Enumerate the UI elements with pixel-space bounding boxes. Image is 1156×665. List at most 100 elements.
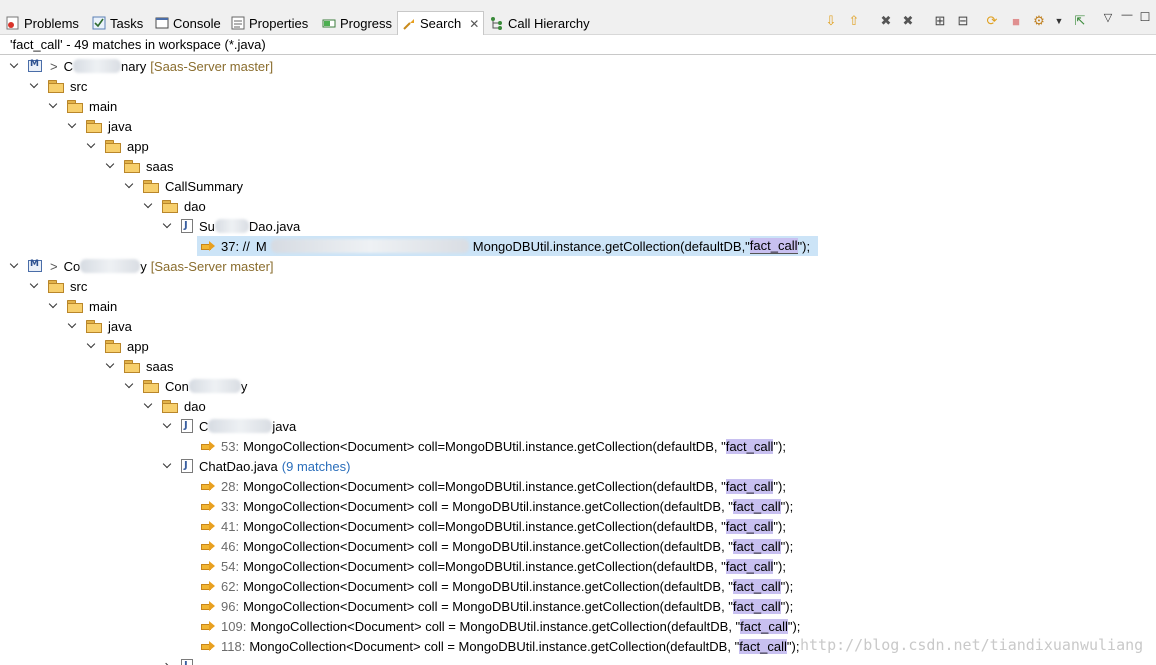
match-highlight: fact_call — [725, 518, 774, 534]
chevron-down-icon[interactable] — [30, 281, 40, 291]
tree-node-folder[interactable]: app — [87, 136, 149, 156]
tab-tasks[interactable]: Tasks — [92, 12, 143, 34]
next-match-button[interactable]: ⇩ — [822, 12, 840, 30]
chevron-down-icon[interactable] — [163, 221, 173, 231]
chevron-down-icon[interactable] — [49, 101, 59, 111]
tree-node-match[interactable]: 96: MongoCollection<Document> coll = Mon… — [201, 596, 793, 616]
tree-node-folder[interactable]: saas — [106, 356, 173, 376]
tree-node-match[interactable]: 53: MongoCollection<Document> coll=Mongo… — [201, 436, 786, 456]
tree-node-file[interactable]: Su Dao.java — [163, 216, 300, 236]
tree-node-file[interactable]: ChatDao.java (9 matches) — [163, 456, 350, 476]
tree-node-file[interactable]: C java — [163, 416, 296, 436]
tree-node-file-partial[interactable] — [163, 656, 199, 665]
chevron-down-icon[interactable] — [163, 421, 173, 431]
tree-node-match[interactable]: 46: MongoCollection<Document> coll = Mon… — [201, 536, 793, 556]
tree-node-folder[interactable]: java — [68, 316, 132, 336]
remove-selected-button[interactable]: ✖ — [877, 12, 895, 30]
remove-all-button[interactable]: ✖ — [899, 12, 917, 30]
tree-node-folder[interactable]: dao — [144, 196, 206, 216]
chevron-down-icon[interactable] — [68, 321, 78, 331]
tree-node-match[interactable]: 62: MongoCollection<Document> coll = Mon… — [201, 576, 793, 596]
collapse-all-button[interactable]: ⊟ — [954, 12, 972, 30]
chevron-down-icon[interactable] — [144, 201, 154, 211]
tree-node-project[interactable]: > C nary [Saas-Server master] — [10, 56, 273, 76]
tree-node-folder[interactable]: Con y — [125, 376, 247, 396]
cancel-search-button[interactable]: ■ — [1007, 12, 1025, 30]
minimize-button[interactable]: — — [1118, 6, 1136, 24]
close-icon[interactable]: ✕ — [469, 17, 479, 31]
tree-node-folder[interactable]: app — [87, 336, 149, 356]
chevron-down-icon[interactable] — [163, 461, 173, 471]
project-name-start: Co — [63, 258, 81, 274]
history-dropdown-button[interactable]: ▼ — [1050, 12, 1068, 30]
tree-node-match-selected[interactable]: 37: // M MongoDBUtil.instance.getCollect… — [197, 236, 818, 256]
chevron-down-icon[interactable] — [30, 81, 40, 91]
chevron-down-icon[interactable] — [125, 381, 135, 391]
chevron-right-icon[interactable] — [163, 661, 173, 665]
refresh-button[interactable]: ⟳ — [983, 12, 1001, 30]
tab-progress[interactable]: Progress — [322, 12, 392, 34]
tab-search[interactable]: Search ✕ — [397, 11, 485, 35]
match-code-end: "); — [773, 518, 786, 534]
minimize-icon: — — [1121, 9, 1133, 21]
tree-node-match[interactable]: 28: MongoCollection<Document> coll=Mongo… — [201, 476, 786, 496]
match-code: MongoCollection<Document> coll = MongoDB… — [249, 638, 740, 654]
search-summary: 'fact_call' - 49 matches in workspace (*… — [10, 37, 266, 52]
git-changes-indicator: > — [50, 58, 58, 74]
project-name-start: C — [63, 58, 73, 74]
match-arrow-icon — [201, 580, 215, 592]
chevron-down-icon: ▼ — [1054, 16, 1064, 26]
match-code-end: "); — [787, 618, 801, 634]
stop-icon: ■ — [1012, 13, 1020, 29]
tree-node-folder[interactable]: src — [30, 76, 87, 96]
chevron-down-icon[interactable] — [106, 161, 116, 171]
tree-node-match[interactable]: 109: MongoCollection<Document> coll = Mo… — [201, 616, 800, 636]
match-code-end: "); — [786, 638, 800, 654]
tree-node-match[interactable]: 33: MongoCollection<Document> coll = Mon… — [201, 496, 793, 516]
tab-properties[interactable]: Properties — [231, 12, 308, 34]
match-arrow-icon — [201, 500, 215, 512]
refresh-icon: ⟳ — [986, 13, 998, 28]
folder-name: saas — [146, 358, 174, 374]
match-highlight: fact_call — [749, 238, 798, 254]
chevron-down-icon[interactable] — [125, 181, 135, 191]
pin-view-button[interactable]: ⇱ — [1071, 12, 1089, 30]
search-results-tree[interactable]: > C nary [Saas-Server master] src main j… — [0, 56, 1156, 665]
arrow-down-icon: ⇩ — [825, 13, 837, 28]
chevron-down-icon[interactable] — [87, 341, 97, 351]
file-name-start: C — [199, 418, 209, 434]
chevron-down-icon[interactable] — [10, 261, 20, 271]
chevron-down-icon[interactable] — [106, 361, 116, 371]
tree-node-folder[interactable]: CallSummary — [125, 176, 243, 196]
chevron-down-icon[interactable] — [144, 401, 154, 411]
java-file-icon — [181, 659, 193, 665]
chevron-down-icon[interactable] — [49, 301, 59, 311]
package-folder-icon — [48, 79, 64, 93]
tab-console[interactable]: Console — [155, 12, 221, 34]
expand-all-button[interactable]: ⊞ — [931, 12, 949, 30]
match-code: MongoDBUtil.instance.getCollection(defau… — [472, 238, 750, 254]
tree-node-folder[interactable]: java — [68, 116, 132, 136]
match-line: 53: — [221, 438, 240, 454]
tree-node-folder[interactable]: src — [30, 276, 87, 296]
maximize-icon: ☐ — [1139, 10, 1151, 24]
tree-node-match[interactable]: 54: MongoCollection<Document> coll=Mongo… — [201, 556, 786, 576]
maximize-button[interactable]: ☐ — [1136, 8, 1154, 26]
view-menu-button[interactable]: ▽ — [1099, 8, 1117, 26]
tab-call-hierarchy[interactable]: Call Hierarchy — [490, 12, 590, 34]
chevron-down-icon[interactable] — [10, 61, 20, 71]
tree-node-folder[interactable]: dao — [144, 396, 206, 416]
tree-node-folder[interactable]: saas — [106, 156, 173, 176]
tree-node-project[interactable]: > Co y [Saas-Server master] — [10, 256, 274, 276]
search-history-button[interactable]: ⚙ — [1030, 12, 1048, 30]
match-arrow-icon — [201, 560, 215, 572]
project-name-end: y — [140, 258, 147, 274]
chevron-down-icon[interactable] — [68, 121, 78, 131]
tree-node-folder[interactable]: main — [49, 96, 117, 116]
chevron-down-icon[interactable] — [87, 141, 97, 151]
tree-node-match[interactable]: 41: MongoCollection<Document> coll=Mongo… — [201, 516, 786, 536]
tab-problems[interactable]: Problems — [6, 12, 79, 34]
tree-node-folder[interactable]: main — [49, 296, 117, 316]
tree-node-match[interactable]: 118: MongoCollection<Document> coll = Mo… — [201, 636, 799, 656]
previous-match-button[interactable]: ⇧ — [845, 12, 863, 30]
